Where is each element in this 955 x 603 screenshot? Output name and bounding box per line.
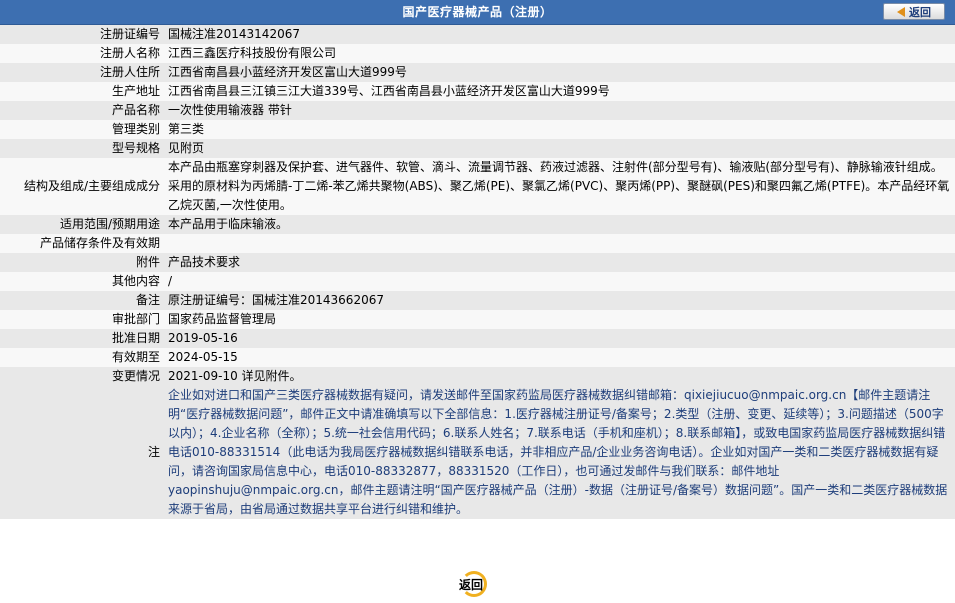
back-button-label: 返回 <box>909 5 931 19</box>
field-value: 2019-05-16 <box>166 329 955 348</box>
field-label: 审批部门 <box>0 310 166 329</box>
field-label: 注册人名称 <box>0 44 166 63</box>
field-value: 见附页 <box>166 139 955 158</box>
field-value: 江西省南昌县三江镇三江大道339号、江西省南昌县小蓝经济开发区富山大道999号 <box>166 82 955 101</box>
note-text: 企业如对进口和国产三类医疗器械数据有疑问，请发送邮件至国家药监局医疗器械数据纠错… <box>166 386 955 519</box>
field-value: 原注册证编号：国械注准20143662067 <box>166 291 955 310</box>
field-value <box>166 234 955 253</box>
title-bar: 国产医疗器械产品（注册） 返回 <box>0 0 955 25</box>
table-row: 适用范围/预期用途 本产品用于临床输液。 <box>0 215 955 234</box>
field-value: 一次性使用输液器 带针 <box>166 101 955 120</box>
field-value: 本产品由瓶塞穿刺器及保护套、进气器件、软管、滴斗、流量调节器、药液过滤器、注射件… <box>166 158 955 215</box>
field-label: 附件 <box>0 253 166 272</box>
field-value: 第三类 <box>166 120 955 139</box>
table-row: 其他内容 / <box>0 272 955 291</box>
field-label: 有效期至 <box>0 348 166 367</box>
field-label: 变更情况 <box>0 367 166 386</box>
field-value: 江西省南昌县小蓝经济开发区富山大道999号 <box>166 63 955 82</box>
page-title: 国产医疗器械产品（注册） <box>402 5 553 19</box>
table-row: 附件 产品技术要求 <box>0 253 955 272</box>
field-label: 备注 <box>0 291 166 310</box>
field-value: 本产品用于临床输液。 <box>166 215 955 234</box>
field-value: 2021-09-10 详见附件。 <box>166 367 955 386</box>
table-row: 注册证编号 国械注准20143142067 <box>0 25 955 44</box>
field-value: 产品技术要求 <box>166 253 955 272</box>
table-row: 注册人名称 江西三鑫医疗科技股份有限公司 <box>0 44 955 63</box>
field-label: 其他内容 <box>0 272 166 291</box>
field-label: 适用范围/预期用途 <box>0 215 166 234</box>
field-value: 国家药品监督管理局 <box>166 310 955 329</box>
back-button-bottom[interactable]: 返回 <box>451 571 499 597</box>
field-value: 2024-05-15 <box>166 348 955 367</box>
page: 国产医疗器械产品（注册） 返回 注册证编号 国械注准20143142067 注册人名… <box>0 0 955 603</box>
field-label: 型号规格 <box>0 139 166 158</box>
info-table: 注册证编号 国械注准20143142067 注册人名称 江西三鑫医疗科技股份有限公司注… <box>0 25 955 519</box>
field-label: 管理类别 <box>0 120 166 139</box>
table-row: 变更情况 2021-09-10 详见附件。 <box>0 367 955 386</box>
table-row: 审批部门 国家药品监督管理局 <box>0 310 955 329</box>
table-row: 备注 原注册证编号：国械注准20143662067 <box>0 291 955 310</box>
back-arrow-icon <box>897 6 905 17</box>
field-label: 产品名称 <box>0 101 166 120</box>
field-label: 批准日期 <box>0 329 166 348</box>
back-button-top[interactable]: 返回 <box>883 3 945 20</box>
field-value: 国械注准20143142067 <box>166 25 955 44</box>
table-row: 生产地址 江西省南昌县三江镇三江大道339号、江西省南昌县小蓝经济开发区富山大道9… <box>0 82 955 101</box>
table-row: 产品名称 一次性使用输液器 带针 <box>0 101 955 120</box>
table-row: 产品储存条件及有效期 <box>0 234 955 253</box>
field-value: / <box>166 272 955 291</box>
note-row: 注 企业如对进口和国产三类医疗器械数据有疑问，请发送邮件至国家药监局医疗器械数据… <box>0 386 955 519</box>
field-label: 生产地址 <box>0 82 166 101</box>
table-row: 有效期至 2024-05-15 <box>0 348 955 367</box>
note-label: 注 <box>0 386 166 519</box>
table-row: 管理类别 第三类 <box>0 120 955 139</box>
back-button-bottom-label: 返回 <box>458 578 483 592</box>
field-value: 江西三鑫医疗科技股份有限公司 <box>166 44 955 63</box>
table-row: 型号规格 见附页 <box>0 139 955 158</box>
field-label: 注册人住所 <box>0 63 166 82</box>
field-label: 产品储存条件及有效期 <box>0 234 166 253</box>
table-row: 批准日期 2019-05-16 <box>0 329 955 348</box>
field-label: 注册证编号 <box>0 25 166 44</box>
table-row: 结构及组成/主要组成成分 本产品由瓶塞穿刺器及保护套、进气器件、软管、滴斗、流量调… <box>0 158 955 215</box>
field-label: 结构及组成/主要组成成分 <box>0 158 166 215</box>
table-row: 注册人住所 江西省南昌县小蓝经济开发区富山大道999号 <box>0 63 955 82</box>
